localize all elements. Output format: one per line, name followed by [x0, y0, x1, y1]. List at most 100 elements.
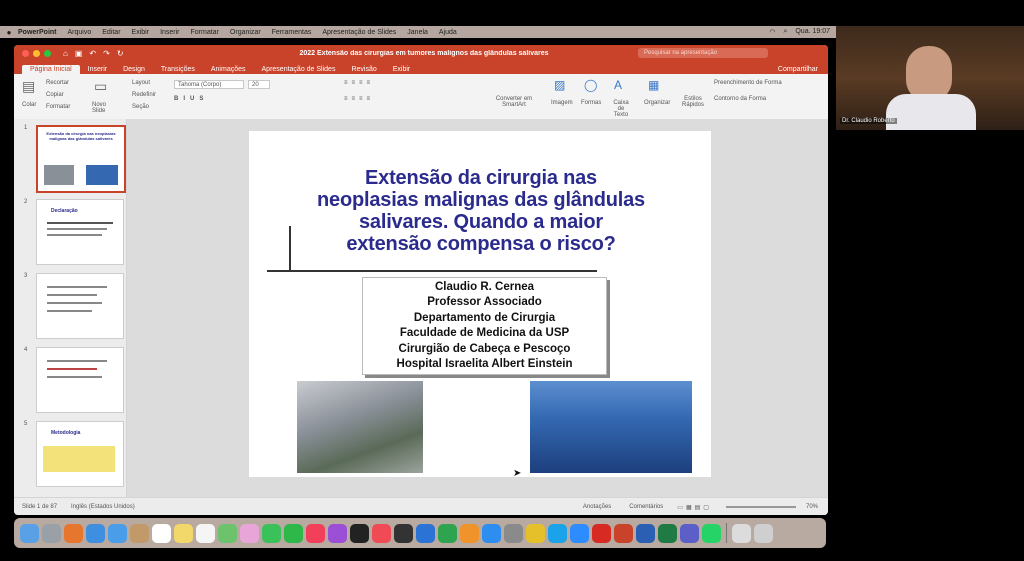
finder-icon[interactable] [20, 523, 39, 543]
hospital-building-photo[interactable] [530, 381, 692, 473]
undo-icon[interactable]: ↶ [89, 49, 96, 58]
slide-thumbnail[interactable]: Declaração [36, 199, 124, 265]
tab-revisao[interactable]: Revisão [343, 65, 384, 74]
pages-icon[interactable] [460, 523, 479, 543]
save-icon[interactable]: ▣ [75, 49, 83, 58]
zoom-level[interactable]: 70% [806, 504, 818, 510]
app-store-icon[interactable] [482, 523, 501, 543]
numbers-icon[interactable] [438, 523, 457, 543]
hospital-aerial-photo[interactable] [297, 381, 423, 473]
mail-icon[interactable] [108, 523, 127, 543]
tab-apresentacao[interactable]: Apresentação de Slides [254, 65, 344, 74]
reset-button[interactable]: Redefinir [132, 92, 156, 98]
paragraph-buttons[interactable]: ≡≡≡≡ [344, 80, 374, 86]
font-style-buttons[interactable]: BIUS [174, 96, 208, 102]
section-button[interactable]: Seção [132, 104, 149, 110]
whatsapp-icon[interactable] [702, 523, 721, 543]
wifi-icon[interactable]: ◠ [769, 28, 775, 36]
new-slide-icon[interactable]: ▭ [94, 78, 107, 95]
trash-icon[interactable] [754, 523, 773, 543]
clock[interactable]: Qua. 19:07 [795, 28, 830, 36]
quick-styles-button[interactable]: Estilos Rápidos [679, 96, 707, 108]
share-button[interactable]: Compartilhar [768, 65, 828, 74]
arrange-icon[interactable]: ▦ [648, 78, 659, 92]
powerpoint-icon[interactable] [614, 523, 633, 543]
paste-button[interactable]: Colar [22, 102, 36, 108]
author-box[interactable]: Claudio R. Cernea Professor Associado De… [362, 277, 607, 375]
menu-formatar[interactable]: Formatar [191, 29, 219, 36]
launchpad-icon[interactable] [42, 523, 61, 543]
new-slide-button[interactable]: Novo Slide [92, 102, 114, 114]
menu-organizar[interactable]: Organizar [230, 29, 261, 36]
podcasts-icon[interactable] [328, 523, 347, 543]
menu-inserir[interactable]: Inserir [160, 29, 179, 36]
slide-title[interactable]: Extensão da cirurgia nas neoplasias mali… [281, 167, 681, 255]
stocks-icon[interactable] [394, 523, 413, 543]
current-slide[interactable]: Extensão da cirurgia nas neoplasias mali… [249, 131, 711, 477]
minimize-button[interactable] [33, 50, 40, 57]
tab-design[interactable]: Design [115, 65, 153, 74]
facetime-icon[interactable] [284, 523, 303, 543]
tab-exibir[interactable]: Exibir [385, 65, 419, 74]
home-icon[interactable]: ⌂ [63, 49, 68, 58]
language[interactable]: Inglês (Estados Unidos) [71, 504, 135, 510]
notes-button[interactable]: Anotações [583, 504, 611, 510]
cut-button[interactable]: Recortar [46, 80, 69, 86]
news-icon[interactable] [372, 523, 391, 543]
excel-icon[interactable] [658, 523, 677, 543]
zoom-button[interactable] [44, 50, 51, 57]
messages-icon[interactable] [262, 523, 281, 543]
shape-outline-button[interactable]: Contorno da Forma [714, 96, 766, 102]
calendar-icon[interactable] [152, 523, 171, 543]
redo-icon[interactable]: ↷ [103, 49, 110, 58]
teams-icon[interactable] [680, 523, 699, 543]
music-icon[interactable] [306, 523, 325, 543]
arrange-button[interactable]: Organizar [644, 100, 670, 106]
photos-icon[interactable] [240, 523, 259, 543]
menu-exibir[interactable]: Exibir [132, 29, 150, 36]
shape-fill-button[interactable]: Preenchimento de Forma [714, 80, 782, 86]
search-input[interactable]: Pesquisar na apresentação [638, 48, 768, 58]
notes-icon[interactable] [174, 523, 193, 543]
reminders-icon[interactable] [196, 523, 215, 543]
menu-app-name[interactable]: PowerPoint [18, 29, 57, 36]
slide-thumbnail[interactable] [36, 347, 124, 413]
layout-button[interactable]: Layout [132, 80, 150, 86]
apple-icon[interactable]: ● [0, 28, 18, 37]
skype-icon[interactable] [548, 523, 567, 543]
copy-button[interactable]: Copiar [46, 92, 64, 98]
view-buttons[interactable]: ▭▦▤▢ [677, 504, 712, 511]
keynote-icon[interactable] [416, 523, 435, 543]
align-buttons[interactable]: ≡≡≡≡ [344, 96, 374, 102]
refresh-icon[interactable]: ↻ [117, 49, 124, 58]
preview-icon[interactable] [732, 523, 751, 543]
tab-transicoes[interactable]: Transições [153, 65, 203, 74]
menu-arquivo[interactable]: Arquivo [68, 29, 92, 36]
smartart-button[interactable]: Converter em SmartArt [494, 96, 534, 108]
contacts-icon[interactable] [130, 523, 149, 543]
font-size-select[interactable]: 20 [248, 80, 270, 89]
shapes-icon[interactable]: ◯ [584, 78, 597, 92]
safari-icon[interactable] [86, 523, 105, 543]
firefox-icon[interactable] [64, 523, 83, 543]
menu-ajuda[interactable]: Ajuda [439, 29, 457, 36]
paste-icon[interactable]: ▤ [22, 78, 35, 95]
zoom-icon[interactable] [570, 523, 589, 543]
search-icon[interactable]: ⌕ [783, 28, 787, 36]
zoom-slider[interactable] [725, 506, 796, 508]
close-button[interactable] [22, 50, 29, 57]
comments-button[interactable]: Comentários [629, 504, 663, 510]
menu-ferramentas[interactable]: Ferramentas [272, 29, 312, 36]
slide-editor[interactable]: Extensão da cirurgia nas neoplasias mali… [127, 119, 828, 497]
image-button[interactable]: Imagem [551, 100, 573, 106]
slide-thumbnail[interactable]: Extensão da cirurgia nas neoplasias mali… [36, 125, 126, 193]
tab-inserir[interactable]: Inserir [80, 65, 115, 74]
font-name-select[interactable]: Tahoma (Corpo) [174, 80, 244, 89]
chrome-icon[interactable] [526, 523, 545, 543]
tab-pagina-inicial[interactable]: Página Inicial [22, 65, 80, 74]
system-preferences-icon[interactable] [504, 523, 523, 543]
menu-editar[interactable]: Editar [102, 29, 120, 36]
image-icon[interactable]: ▨ [554, 78, 565, 92]
word-icon[interactable] [636, 523, 655, 543]
text-box-icon[interactable]: A [614, 78, 622, 92]
